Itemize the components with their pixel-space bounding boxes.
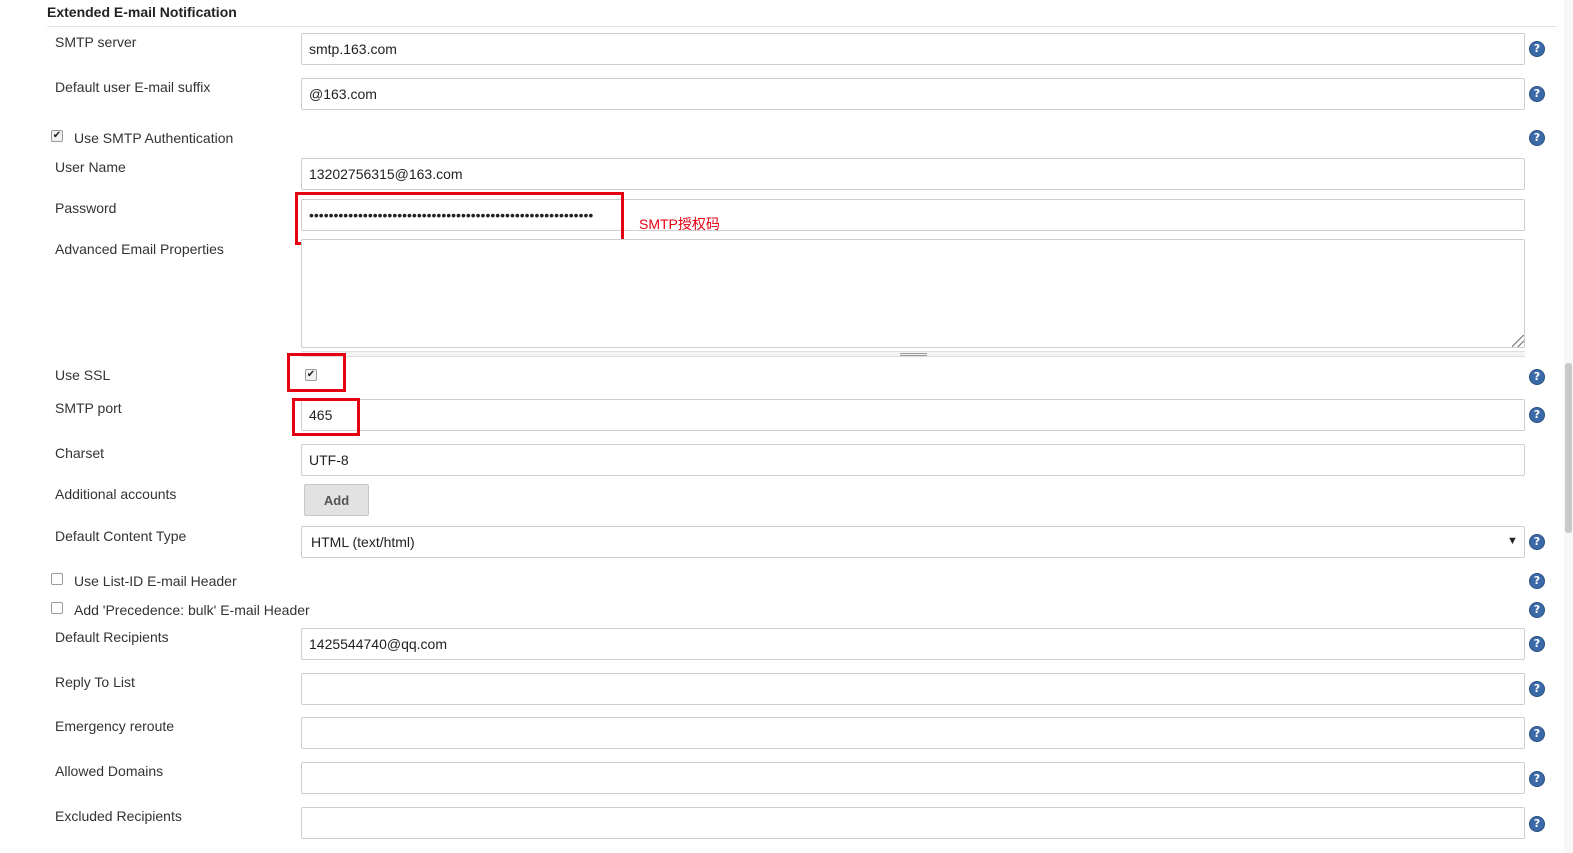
help-icon[interactable]: ? <box>1529 771 1545 787</box>
default-suffix-input[interactable] <box>301 78 1525 110</box>
section-title: Extended E-mail Notification <box>47 4 237 20</box>
help-icon[interactable]: ? <box>1529 681 1545 697</box>
list-id-checkbox[interactable] <box>51 573 63 585</box>
emergency-reroute-input[interactable] <box>301 717 1525 749</box>
content-type-select[interactable] <box>301 526 1525 558</box>
advanced-properties-textarea[interactable] <box>301 239 1525 348</box>
section-divider <box>47 26 1557 27</box>
ssl-highlight-box <box>287 353 346 392</box>
charset-input[interactable] <box>301 444 1525 476</box>
user-name-label: User Name <box>55 159 126 175</box>
help-icon[interactable]: ? <box>1529 636 1545 652</box>
advanced-properties-label: Advanced Email Properties <box>55 241 224 257</box>
content-type-label: Default Content Type <box>55 528 187 544</box>
default-recipients-input[interactable] <box>301 628 1525 660</box>
password-label: Password <box>55 200 117 216</box>
password-annotation: SMTP授权码 <box>639 216 720 232</box>
smtp-server-input[interactable] <box>301 33 1525 65</box>
help-icon[interactable]: ? <box>1529 407 1545 423</box>
password-highlight-box <box>295 192 624 245</box>
add-account-button[interactable]: Add <box>304 484 369 516</box>
list-id-label: Use List-ID E-mail Header <box>74 573 237 589</box>
reply-to-input[interactable] <box>301 673 1525 705</box>
smtp-auth-label: Use SMTP Authentication <box>74 130 234 146</box>
help-icon[interactable]: ? <box>1529 130 1545 146</box>
precedence-label: Add 'Precedence: bulk' E-mail Header <box>74 602 310 618</box>
page-scrollbar-thumb[interactable] <box>1565 363 1572 533</box>
help-icon[interactable]: ? <box>1529 86 1545 102</box>
allowed-domains-input[interactable] <box>301 762 1525 794</box>
help-icon[interactable]: ? <box>1529 602 1545 618</box>
help-icon[interactable]: ? <box>1529 726 1545 742</box>
help-icon[interactable]: ? <box>1529 573 1545 589</box>
precedence-checkbox[interactable] <box>51 602 63 614</box>
allowed-domains-label: Allowed Domains <box>55 763 164 779</box>
textarea-resize-grip[interactable] <box>1512 335 1524 347</box>
user-name-input[interactable] <box>301 158 1525 190</box>
excluded-recipients-input[interactable] <box>301 807 1525 839</box>
default-recipients-label: Default Recipients <box>55 629 169 645</box>
smtp-port-input[interactable] <box>301 399 1525 431</box>
help-icon[interactable]: ? <box>1529 534 1545 550</box>
smtp-port-label: SMTP port <box>55 400 122 416</box>
emergency-reroute-label: Emergency reroute <box>55 718 175 734</box>
excluded-recipients-label: Excluded Recipients <box>55 808 182 824</box>
smtp-auth-checkbox[interactable]: ✔ <box>51 130 63 142</box>
port-highlight-box <box>292 398 360 436</box>
use-ssl-label: Use SSL <box>55 367 111 383</box>
additional-accounts-label: Additional accounts <box>55 486 177 502</box>
splitter-handle-icon[interactable] <box>900 353 927 356</box>
smtp-server-label: SMTP server <box>55 34 137 50</box>
reply-to-label: Reply To List <box>55 674 135 690</box>
help-icon[interactable]: ? <box>1529 369 1545 385</box>
help-icon[interactable]: ? <box>1529 41 1545 57</box>
charset-label: Charset <box>55 445 105 461</box>
dropdown-arrow-icon[interactable]: ▼ <box>1507 535 1518 547</box>
content-type-value: HTML (text/html) <box>311 534 415 550</box>
help-icon[interactable]: ? <box>1529 816 1545 832</box>
default-suffix-label: Default user E-mail suffix <box>55 79 211 95</box>
